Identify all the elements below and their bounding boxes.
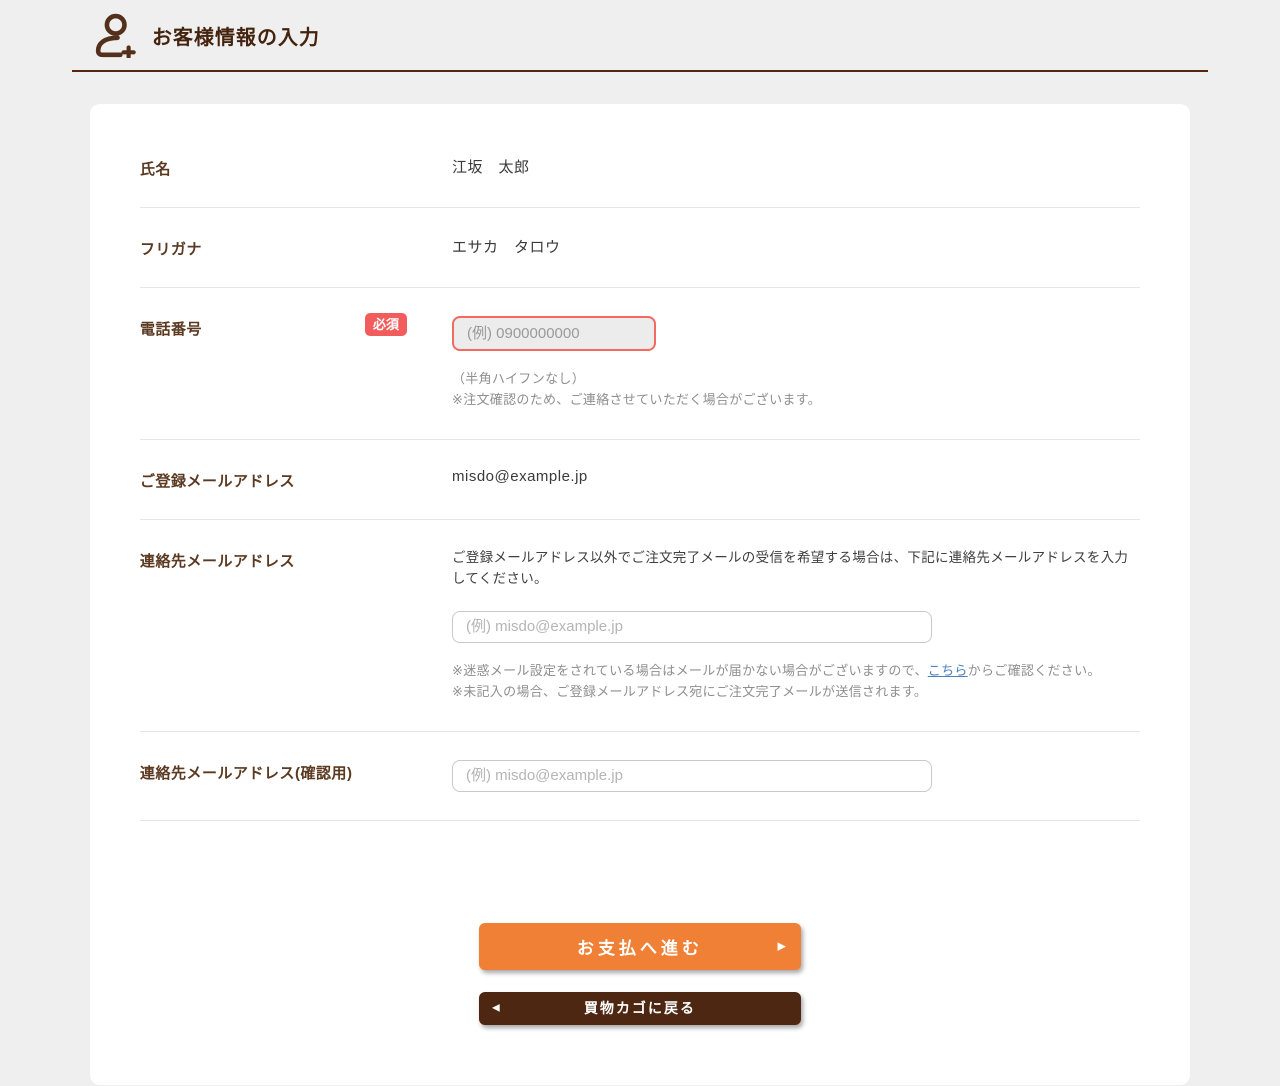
- contact-email-confirm-label: 連絡先メールアドレス(確認用): [140, 765, 353, 782]
- form-row-contact-email-confirm: 連絡先メールアドレス(確認用): [140, 732, 1140, 821]
- contact-email-description: ご登録メールアドレス以外でご注文完了メールの受信を希望する場合は、下記に連絡先メ…: [452, 548, 1140, 590]
- phone-label: 電話番号: [140, 321, 202, 338]
- arrow-right-icon: ▶: [778, 940, 786, 953]
- registered-email-value: misdo@example.jp: [452, 468, 588, 485]
- contact-email-note-spam: ※迷惑メール設定をされている場合はメールが届かない場合がございますので、こちらか…: [452, 660, 1140, 681]
- contact-email-input[interactable]: [452, 611, 932, 643]
- page-title: お客様情報の入力: [152, 21, 320, 50]
- card-footer: お支払へ進む ▶ ◀ 買物カゴに戻る: [140, 821, 1140, 1025]
- contact-email-note-blank: ※未記入の場合、ご登録メールアドレス宛にご注文完了メールが送信されます。: [452, 681, 1140, 702]
- person-add-icon: [88, 12, 136, 58]
- form-row-name: 氏名 江坂 太郎: [140, 128, 1140, 208]
- back-to-cart-button[interactable]: ◀ 買物カゴに戻る: [479, 992, 801, 1025]
- required-badge: 必須: [365, 313, 407, 336]
- phone-note-format: （半角ハイフンなし）: [452, 368, 1140, 389]
- contact-email-label: 連絡先メールアドレス: [140, 553, 295, 570]
- furigana-label: フリガナ: [140, 241, 202, 258]
- name-value: 江坂 太郎: [452, 159, 530, 176]
- name-label: 氏名: [140, 161, 171, 178]
- furigana-value: エサカ タロウ: [452, 239, 561, 256]
- page-header: お客様情報の入力: [72, 0, 1208, 72]
- form-row-registered-email: ご登録メールアドレス misdo@example.jp: [140, 440, 1140, 520]
- contact-email-confirm-input[interactable]: [452, 760, 932, 792]
- arrow-left-icon: ◀: [492, 1003, 500, 1014]
- customer-info-card: 氏名 江坂 太郎 フリガナ エサカ タロウ 電話番号 必須 （半角ハイフンなし）…: [90, 104, 1190, 1085]
- form-row-contact-email: 連絡先メールアドレス ご登録メールアドレス以外でご注文完了メールの受信を希望する…: [140, 520, 1140, 732]
- registered-email-label: ご登録メールアドレス: [140, 473, 295, 490]
- phone-input[interactable]: [452, 316, 656, 351]
- form-row-phone: 電話番号 必須 （半角ハイフンなし） ※注文確認のため、ご連絡させていただく場合…: [140, 288, 1140, 440]
- proceed-to-payment-button[interactable]: お支払へ進む ▶: [479, 923, 801, 970]
- kochira-link[interactable]: こちら: [928, 663, 968, 678]
- phone-note-contact: ※注文確認のため、ご連絡させていただく場合がございます。: [452, 389, 1140, 410]
- form-row-furigana: フリガナ エサカ タロウ: [140, 208, 1140, 288]
